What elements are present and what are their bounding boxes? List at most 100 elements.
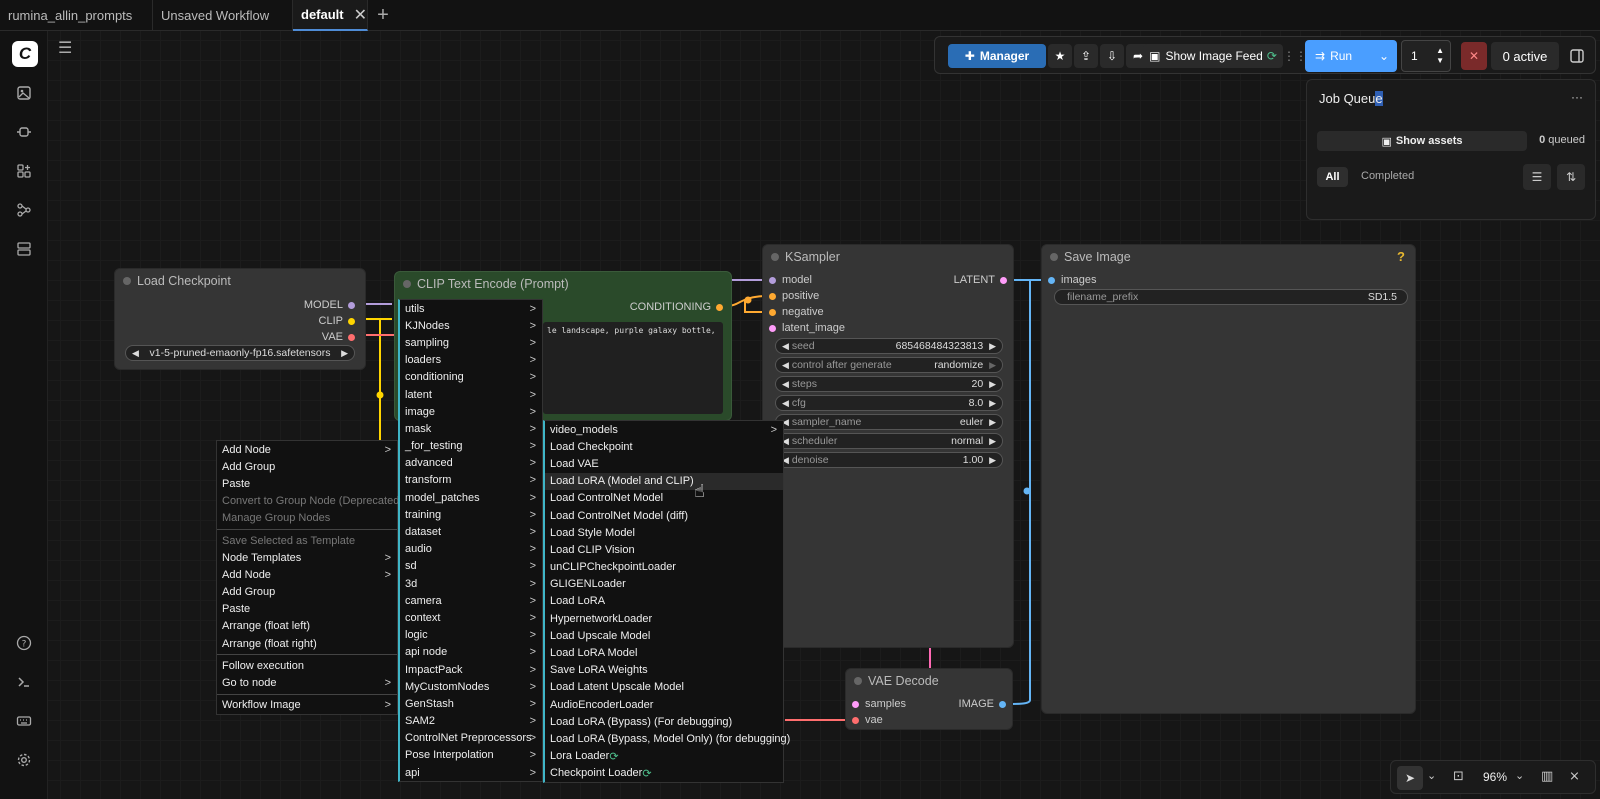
- arrow-right-icon[interactable]: ▶: [989, 398, 996, 409]
- output-model[interactable]: MODEL: [304, 299, 355, 311]
- filter-icon[interactable]: ☰: [1523, 164, 1551, 190]
- menu-item[interactable]: logic >: [400, 627, 542, 644]
- menu-item[interactable]: HypernetworkLoader: [545, 610, 783, 627]
- menu-item[interactable]: Load LoRA: [545, 593, 783, 610]
- menu-item[interactable]: video_models >: [545, 421, 783, 438]
- sampler-name-widget[interactable]: ◀ sampler_name euler ▶: [775, 414, 1003, 430]
- steps-widget[interactable]: ◀ steps 20 ▶: [775, 376, 1003, 392]
- menu-item[interactable]: Add Group: [217, 584, 397, 601]
- show-image-feed-button[interactable]: ▣ Show Image Feed ⟳: [1143, 44, 1283, 68]
- node-save-image[interactable]: Save Image ? images filename_prefix SD1.5: [1041, 244, 1416, 714]
- input-samples[interactable]: samples: [852, 698, 906, 710]
- menu-item[interactable]: api node >: [400, 644, 542, 661]
- menu-item[interactable]: Pose Interpolation >: [400, 747, 542, 764]
- node-load-checkpoint[interactable]: Load Checkpoint MODEL CLIP VAE ◀ v1-5-pru…: [114, 268, 366, 370]
- input-latent-image[interactable]: latent_image: [769, 322, 845, 334]
- menu-item[interactable]: GenStash >: [400, 695, 542, 712]
- arrow-right-icon[interactable]: ▶: [989, 379, 996, 390]
- seed-widget[interactable]: ◀ seed 685468484323813 ▶: [775, 338, 1003, 354]
- menu-item[interactable]: advanced >: [400, 455, 542, 472]
- menu-item[interactable]: Load Upscale Model: [545, 627, 783, 644]
- fit-view-icon[interactable]: ⊡: [1453, 768, 1464, 784]
- close-tab-icon[interactable]: ✕: [354, 5, 367, 25]
- show-assets-button[interactable]: ▣ Show assets: [1317, 131, 1527, 151]
- input-positive[interactable]: positive: [769, 290, 819, 302]
- ckpt-name-widget[interactable]: ◀ v1-5-pruned-emaonly-fp16.safetensors ▶: [125, 345, 355, 361]
- menu-item[interactable]: Load LoRA (Bypass, Model Only) (for debu…: [545, 730, 790, 747]
- menu-item[interactable]: Load LoRA Model: [545, 644, 783, 661]
- menu-item[interactable]: Arrange (float right): [217, 635, 397, 652]
- menu-item[interactable]: Arrange (float left): [217, 618, 397, 635]
- node-ksampler[interactable]: KSampler model positive negative latent_…: [762, 244, 1014, 648]
- scheduler-widget[interactable]: ◀ scheduler normal ▶: [775, 433, 1003, 449]
- more-options-icon[interactable]: ···: [1571, 90, 1583, 104]
- menu-item[interactable]: ImpactPack >: [400, 661, 542, 678]
- terminal-icon[interactable]: [12, 670, 36, 694]
- control-after-generate-widget[interactable]: ◀ control after generate randomize ▶: [775, 357, 1003, 373]
- menu-item[interactable]: dataset >: [400, 523, 542, 540]
- prompt-textarea[interactable]: le landscape, purple galaxy bottle,: [543, 322, 723, 414]
- images-icon[interactable]: [12, 81, 36, 105]
- menu-item[interactable]: Checkpoint Loader ⟳: [545, 765, 783, 782]
- menu-item[interactable]: AudioEncoderLoader: [545, 696, 783, 713]
- input-vae[interactable]: vae: [852, 714, 883, 726]
- menu-item[interactable]: training >: [400, 506, 542, 523]
- menu-item[interactable]: Add Node >: [217, 441, 397, 458]
- zoom-chevron-icon[interactable]: ⌄: [1515, 769, 1524, 782]
- menu-item[interactable]: ControlNet Preprocessors >: [400, 730, 542, 747]
- arrow-right-icon[interactable]: ▶: [989, 360, 996, 371]
- menu-item[interactable]: Load Checkpoint: [545, 438, 783, 455]
- menu-item[interactable]: unCLIPCheckpointLoader: [545, 559, 783, 576]
- settings-gear-icon[interactable]: [12, 748, 36, 772]
- menu-item[interactable]: Node Templates >: [217, 549, 397, 566]
- menu-item[interactable]: KJNodes >: [400, 317, 542, 334]
- menu-item[interactable]: context >: [400, 609, 542, 626]
- workflows-icon[interactable]: [12, 198, 36, 222]
- menu-item[interactable]: Load ControlNet Model (diff): [545, 507, 783, 524]
- arrow-right-icon[interactable]: ▶: [341, 348, 348, 359]
- menu-item[interactable]: Lora Loader ⟳: [545, 748, 783, 765]
- menu-item[interactable]: MyCustomNodes >: [400, 678, 542, 695]
- manager-button[interactable]: ✚ Manager: [948, 44, 1046, 68]
- cancel-run-button[interactable]: ✕: [1461, 42, 1487, 70]
- menu-item[interactable]: api >: [400, 764, 542, 781]
- menu-item[interactable]: conditioning >: [400, 369, 542, 386]
- output-latent[interactable]: LATENT: [954, 274, 1007, 286]
- menu-item[interactable]: audio >: [400, 541, 542, 558]
- menu-item[interactable]: Paste: [217, 601, 397, 618]
- denoise-widget[interactable]: ◀ denoise 1.00 ▶: [775, 452, 1003, 468]
- tab-unsaved-workflow[interactable]: Unsaved Workflow: [153, 0, 293, 31]
- menu-item[interactable]: Load LoRA (Model and CLIP): [545, 472, 783, 490]
- arrow-right-icon[interactable]: ▶: [989, 455, 996, 466]
- run-button[interactable]: ⇉ Run ⌄: [1305, 40, 1397, 72]
- hamburger-menu-icon[interactable]: ☰: [58, 38, 72, 58]
- select-cursor-icon[interactable]: ➤: [1397, 766, 1423, 790]
- node-library-icon[interactable]: [12, 159, 36, 183]
- menu-item[interactable]: Load ControlNet Model: [545, 490, 783, 507]
- menu-item[interactable]: SAM2 >: [400, 713, 542, 730]
- menu-item[interactable]: image >: [400, 403, 542, 420]
- menu-item[interactable]: Load Style Model: [545, 524, 783, 541]
- output-conditioning[interactable]: CONDITIONING: [630, 301, 723, 313]
- tab-default[interactable]: default ✕: [293, 0, 368, 31]
- menu-item[interactable]: Load CLIP Vision: [545, 541, 783, 558]
- arrow-left-icon[interactable]: ◀: [782, 341, 789, 352]
- arrow-right-icon[interactable]: ▶: [989, 341, 996, 352]
- input-model[interactable]: model: [769, 274, 812, 286]
- model-library-icon[interactable]: [12, 120, 36, 144]
- zoom-level[interactable]: 96%: [1483, 770, 1507, 784]
- input-images[interactable]: images: [1048, 274, 1096, 286]
- batch-count-input[interactable]: 1 ▲ ▼: [1401, 40, 1451, 72]
- tab-all[interactable]: All: [1317, 167, 1348, 187]
- menu-item[interactable]: sampling >: [400, 334, 542, 351]
- node-vae-decode[interactable]: VAE Decode samples vae IMAGE: [845, 668, 1013, 730]
- menu-item[interactable]: GLIGENLoader: [545, 576, 783, 593]
- tab-completed[interactable]: Completed: [1361, 170, 1414, 182]
- menu-item[interactable]: sd >: [400, 558, 542, 575]
- menu-item[interactable]: Load Latent Upscale Model: [545, 679, 783, 696]
- drag-handle-icon[interactable]: ⋮⋮: [1283, 44, 1307, 68]
- filename-prefix-widget[interactable]: filename_prefix SD1.5: [1054, 289, 1408, 305]
- menu-item[interactable]: Follow execution: [217, 657, 397, 674]
- menu-item[interactable]: mask >: [400, 420, 542, 437]
- menu-item[interactable]: Load LoRA (Bypass) (For debugging): [545, 713, 783, 730]
